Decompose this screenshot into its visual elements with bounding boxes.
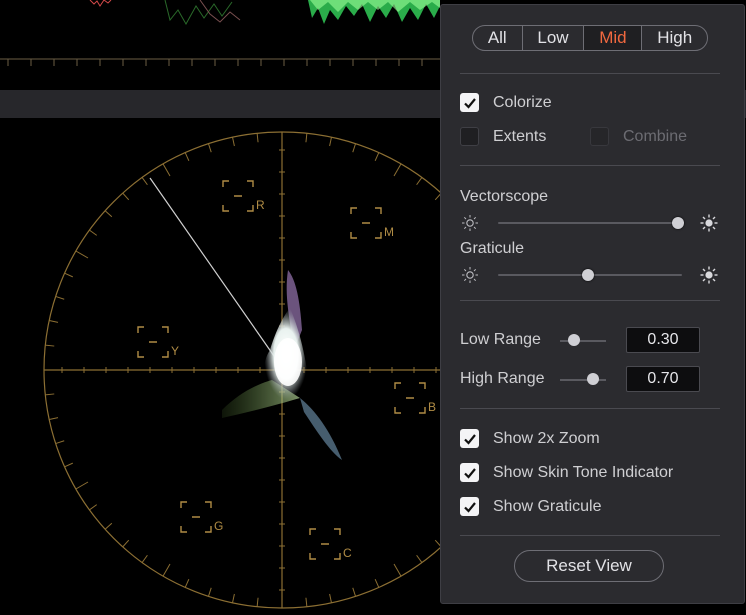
brightness-low-icon bbox=[462, 267, 478, 283]
slider-knob[interactable] bbox=[582, 269, 595, 281]
checkmark-icon bbox=[463, 467, 476, 479]
target-label: C bbox=[343, 546, 352, 560]
low-range-slider-knob[interactable] bbox=[568, 334, 580, 346]
target-label: M bbox=[384, 225, 394, 239]
target-box-c bbox=[309, 528, 341, 560]
checkmark-icon bbox=[463, 97, 476, 109]
divider bbox=[460, 165, 720, 166]
high-range-value-field[interactable]: 0.70 bbox=[626, 366, 700, 392]
extents-option[interactable]: Extents bbox=[460, 127, 546, 146]
divider bbox=[460, 408, 720, 409]
high-range-slider-knob[interactable] bbox=[587, 373, 599, 385]
reset-view-button[interactable]: Reset View bbox=[514, 550, 664, 582]
target-box-b bbox=[394, 382, 426, 414]
combine-option: Combine bbox=[590, 127, 687, 146]
colorize-option[interactable]: Colorize bbox=[460, 93, 552, 112]
low-range-control: Low Range 0.30 bbox=[460, 327, 722, 355]
divider bbox=[460, 300, 720, 301]
show-skin-tone-option[interactable]: Show Skin Tone Indicator bbox=[460, 463, 673, 482]
mode-button-low[interactable]: Low bbox=[521, 26, 584, 50]
show-2x-zoom-option[interactable]: Show 2x Zoom bbox=[460, 429, 600, 448]
show-2x-zoom-label: Show 2x Zoom bbox=[493, 429, 600, 447]
brightness-low-icon bbox=[462, 215, 478, 231]
low-range-value-field[interactable]: 0.30 bbox=[626, 327, 700, 353]
target-label: B bbox=[428, 400, 436, 414]
target-box-m bbox=[350, 207, 382, 239]
vectorscope-brightness-slider[interactable] bbox=[460, 213, 722, 233]
combine-label: Combine bbox=[623, 127, 688, 145]
high-range-label: High Range bbox=[460, 370, 545, 387]
combine-checkbox bbox=[590, 127, 609, 146]
brightness-high-icon bbox=[700, 214, 718, 232]
target-box-r bbox=[222, 180, 254, 212]
target-box-g bbox=[180, 501, 212, 533]
show-graticule-checkbox[interactable] bbox=[460, 497, 479, 516]
target-label: Y bbox=[171, 344, 179, 358]
target-label: R bbox=[256, 198, 265, 212]
brightness-high-icon bbox=[700, 266, 718, 284]
checkmark-icon bbox=[463, 433, 476, 445]
target-label: G bbox=[214, 519, 223, 533]
slider-knob[interactable] bbox=[672, 217, 685, 229]
high-range-control: High Range 0.70 bbox=[460, 366, 722, 394]
checkmark-icon bbox=[463, 501, 476, 513]
colorize-checkbox[interactable] bbox=[460, 93, 479, 112]
mode-button-high[interactable]: High bbox=[641, 26, 707, 50]
scope-settings-panel: All Low Mid High Colorize Extents Combine V… bbox=[440, 4, 745, 604]
graticule-label: Graticule bbox=[460, 240, 525, 257]
show-skin-tone-checkbox[interactable] bbox=[460, 463, 479, 482]
show-2x-zoom-checkbox[interactable] bbox=[460, 429, 479, 448]
extents-label: Extents bbox=[493, 127, 547, 145]
colorize-label: Colorize bbox=[493, 93, 552, 111]
vectorscope-label: Vectorscope bbox=[460, 188, 549, 205]
mode-button-mid[interactable]: Mid bbox=[583, 26, 642, 50]
show-skin-tone-label: Show Skin Tone Indicator bbox=[493, 463, 674, 481]
divider bbox=[460, 535, 720, 536]
graticule-brightness-slider[interactable] bbox=[460, 265, 722, 285]
slider-track[interactable] bbox=[498, 222, 682, 224]
mode-button-all[interactable]: All bbox=[473, 26, 522, 50]
divider bbox=[460, 73, 720, 74]
show-graticule-label: Show Graticule bbox=[493, 497, 602, 515]
range-mode-segmented-control: All Low Mid High bbox=[472, 25, 708, 51]
show-graticule-option[interactable]: Show Graticule bbox=[460, 497, 602, 516]
low-range-label: Low Range bbox=[460, 331, 541, 348]
extents-checkbox[interactable] bbox=[460, 127, 479, 146]
low-range-slider-track[interactable] bbox=[560, 340, 606, 342]
high-range-slider-track[interactable] bbox=[560, 379, 606, 381]
target-box-y bbox=[137, 326, 169, 358]
